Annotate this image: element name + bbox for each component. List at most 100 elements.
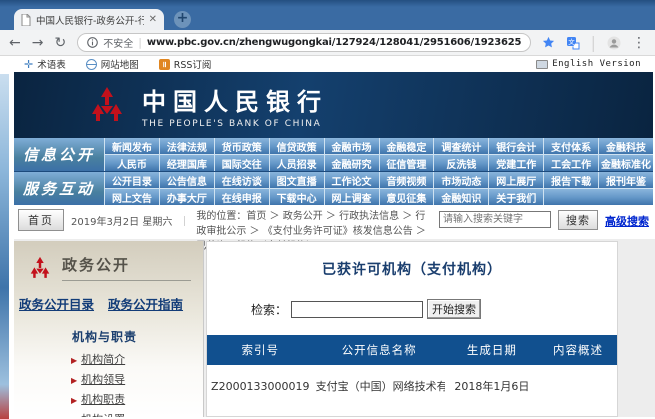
sidebar: 政务公开 政务公开目录 政务公开指南 机构与职责 ▶机构简介 ▶机构领导 ▶机构… (14, 241, 204, 417)
sidebar-item-org-leaders[interactable]: ▶机构领导 (71, 370, 203, 390)
page-left-decor (0, 74, 9, 419)
nav-item[interactable]: 工会工作 (544, 155, 598, 171)
table-row[interactable]: Z2000231000010 银联商务股份有限公司 2018年1月6日 (207, 406, 617, 417)
site-search-input[interactable] (439, 211, 551, 228)
crumb-divider: ｜ (179, 209, 189, 228)
forward-icon[interactable]: → (32, 36, 44, 50)
nav-item[interactable]: 金融市场 (325, 138, 379, 154)
nav-item[interactable]: 货币政策 (215, 138, 269, 154)
menu-dots-icon[interactable]: ⋮ (632, 36, 646, 50)
nav-item[interactable]: 在线访谈 (215, 172, 269, 188)
nav-item[interactable]: 意见征集 (380, 189, 434, 205)
nav-item[interactable]: 音频视频 (380, 172, 434, 188)
nav-item[interactable]: 下载中心 (270, 189, 324, 205)
avatar-icon[interactable] (607, 36, 621, 50)
browser-toolbar: ← → ↻ 不安全 | www.pbc.gov.cn/zhengwugongka… (0, 30, 655, 56)
nav-item[interactable]: 人民币 (105, 155, 159, 171)
browser-tab[interactable]: 中国人民银行-政务公开-行政执… ✕ (14, 9, 164, 30)
nav-item[interactable]: 市场动态 (434, 172, 488, 188)
nav-item[interactable]: 图文直播 (270, 172, 324, 188)
nav-group-label[interactable]: 信息公开 (14, 138, 104, 171)
sidebar-item-org-duties[interactable]: ▶机构职责 (71, 390, 203, 410)
nav-item[interactable]: 公告信息 (160, 172, 214, 188)
content-search-row: 检索： 开始搜索 (251, 299, 617, 319)
nav-item[interactable]: 征信管理 (380, 155, 434, 171)
glossary-link[interactable]: ✛ 术语表 (24, 57, 66, 71)
sitemap-label: 网站地图 (101, 57, 139, 71)
site-banner: 中国人民银行 THE PEOPLE'S BANK OF CHINA (14, 72, 653, 138)
nav-item[interactable]: 经理国库 (160, 155, 214, 171)
english-version-link[interactable]: English Version (536, 59, 641, 69)
main-nav: 信息公开 新闻发布 法律法规 货币政策 信贷政策 金融市场 金融稳定 调查统计 … (14, 138, 653, 205)
start-search-button[interactable]: 开始搜索 (427, 299, 481, 319)
site-search-button[interactable]: 搜索 (558, 210, 598, 230)
nav-item[interactable]: 金融知识 (434, 189, 488, 205)
nav-item[interactable]: 金融科技 (599, 138, 653, 154)
nav-item[interactable]: 在线申报 (215, 189, 269, 205)
table-row[interactable]: Z2000133000019 支付宝（中国）网络技术有限公司 2018年1月6日 (207, 365, 617, 406)
nav-item[interactable]: 工作论文 (325, 172, 379, 188)
nav-item[interactable]: 新闻发布 (105, 138, 159, 154)
sidebar-item-label[interactable]: 机构简介 (81, 353, 125, 366)
nav-item[interactable]: 反洗钱 (434, 155, 488, 171)
sidebar-item-label[interactable]: 机构领导 (81, 373, 125, 386)
address-bar[interactable]: 不安全 | www.pbc.gov.cn/zhengwugongkai/1279… (77, 33, 530, 52)
english-version-label: English Version (552, 59, 641, 69)
sidebar-title: 政务公开 (62, 256, 130, 274)
nav-item[interactable]: 国际交往 (215, 155, 269, 171)
nav-item[interactable]: 网上展厅 (489, 172, 543, 188)
cell-index: Z2000133000019 (207, 365, 314, 406)
bookmark-star-icon[interactable] (542, 36, 555, 49)
nav-item[interactable]: 法律法规 (160, 138, 214, 154)
cell-summary (539, 365, 617, 406)
nav-item[interactable]: 党建工作 (489, 155, 543, 171)
sitemap-link[interactable]: 网站地图 (86, 57, 139, 71)
nav-group-label[interactable]: 服务互动 (14, 172, 104, 205)
sidebar-item-label[interactable]: 机构职责 (81, 393, 125, 406)
bank-name-cn: 中国人民银行 (142, 82, 328, 117)
content-search-input[interactable] (291, 301, 423, 318)
sidebar-link-guide[interactable]: 政务公开指南 (108, 294, 183, 313)
nav-group-service: 服务互动 公开目录 公告信息 在线访谈 图文直播 工作论文 音频视频 市场动态 … (14, 172, 653, 205)
nav-item[interactable]: 金融稳定 (380, 138, 434, 154)
nav-item[interactable]: 网上文告 (105, 189, 159, 205)
cell-index: Z2000231000010 (207, 406, 314, 417)
main-area: 政务公开 政务公开目录 政务公开指南 机构与职责 ▶机构简介 ▶机构领导 ▶机构… (14, 239, 655, 417)
window-titlebar (0, 0, 655, 7)
close-icon[interactable]: ✕ (149, 14, 157, 25)
nav-item[interactable]: 办事大厅 (160, 189, 214, 205)
sidebar-item-org-intro[interactable]: ▶机构简介 (71, 350, 203, 370)
home-button[interactable]: 首页 (18, 209, 64, 231)
advanced-search-link[interactable]: 高级搜索 (605, 209, 649, 229)
translate-icon[interactable]: 文 (566, 36, 580, 50)
cell-name[interactable]: 支付宝（中国）网络技术有限公司 (314, 365, 445, 406)
nav-item[interactable]: 信贷政策 (270, 138, 324, 154)
glossary-label: 术语表 (37, 57, 66, 71)
reload-icon[interactable]: ↻ (54, 36, 66, 50)
nav-item[interactable]: 关于我们 (489, 189, 543, 205)
new-tab-button[interactable]: + (174, 11, 191, 28)
nav-item[interactable]: 金融标准化 (599, 155, 653, 171)
url-text: www.pbc.gov.cn/zhengwugongkai/127924/128… (147, 37, 521, 48)
sidebar-item-label[interactable]: 机构设置 (81, 413, 125, 417)
rss-link[interactable]: ॥ RSS订阅 (159, 57, 212, 71)
pbc-logo-small-icon (27, 255, 53, 281)
nav-item[interactable]: 人员招录 (270, 155, 324, 171)
date-label: 2019年3月2日 星期六 (71, 209, 172, 228)
nav-item[interactable]: 支付体系 (544, 138, 598, 154)
bank-name-en: THE PEOPLE'S BANK OF CHINA (142, 119, 328, 129)
sidebar-link-catalog[interactable]: 政务公开目录 (19, 294, 94, 313)
nav-item[interactable]: 报刊年鉴 (599, 172, 653, 188)
nav-group-info: 信息公开 新闻发布 法律法规 货币政策 信贷政策 金融市场 金融稳定 调查统计 … (14, 138, 653, 171)
info-icon[interactable] (87, 37, 98, 48)
back-icon[interactable]: ← (9, 36, 21, 50)
nav-item[interactable]: 报告下载 (544, 172, 598, 188)
sidebar-item-org-setup[interactable]: ▶机构设置 (71, 410, 203, 417)
nav-item[interactable]: 银行会计 (489, 138, 543, 154)
nav-item[interactable]: 调查统计 (434, 138, 488, 154)
nav-item[interactable]: 网上调查 (325, 189, 379, 205)
nav-item[interactable]: 公开目录 (105, 172, 159, 188)
nav-item[interactable]: 金融研究 (325, 155, 379, 171)
utility-bar: ✛ 术语表 网站地图 ॥ RSS订阅 English Version (0, 56, 655, 72)
cell-name[interactable]: 银联商务股份有限公司 (314, 406, 445, 417)
